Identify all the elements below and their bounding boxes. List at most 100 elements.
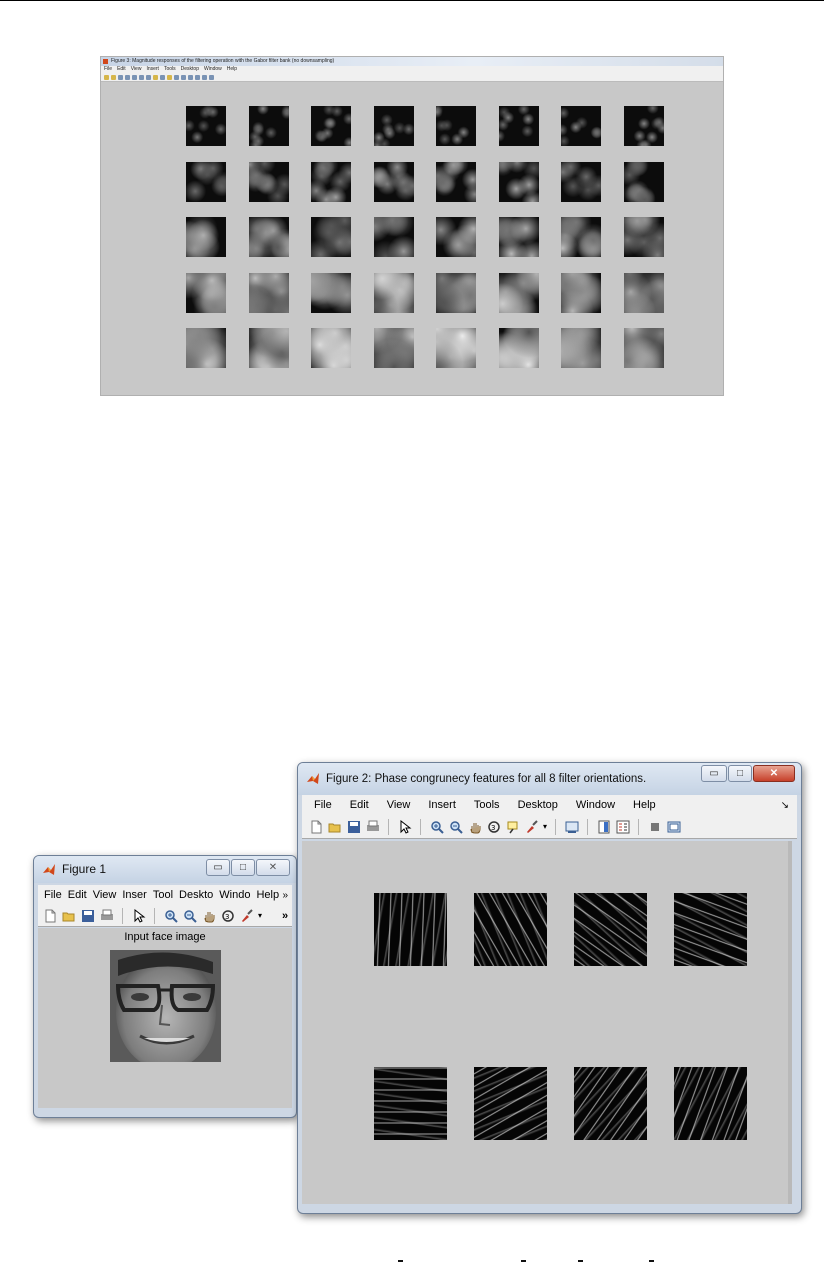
mini-menu-help[interactable]: Help	[227, 66, 237, 73]
figure2-menubar: File Edit View Insert Tools Desktop Wind…	[302, 795, 797, 815]
menu-insert[interactable]: Inser	[122, 889, 146, 901]
gabor-response-tile	[436, 106, 476, 146]
menu-tools[interactable]: Tools	[474, 799, 500, 811]
menu-insert[interactable]: Insert	[428, 799, 456, 811]
menu-view[interactable]: View	[93, 889, 117, 901]
maximize-button[interactable]: □	[728, 765, 752, 782]
toolbar-separator	[555, 818, 557, 835]
mini-menu-insert[interactable]: Insert	[146, 66, 159, 73]
minimize-button[interactable]: ▭	[701, 765, 727, 782]
mini-menu-desktop[interactable]: Desktop	[181, 66, 199, 73]
gabor-response-tile	[498, 272, 539, 313]
gabor-response-tile	[623, 106, 664, 146]
open-file-icon[interactable]	[61, 908, 76, 923]
colorbar-icon[interactable]	[596, 819, 611, 834]
mini-menubar: File Edit View Insert Tools Desktop Wind…	[101, 66, 723, 73]
gabor-response-tile	[436, 217, 476, 257]
mini-menu-file[interactable]: File	[104, 66, 112, 73]
save-icon[interactable]	[80, 908, 95, 923]
gabor-response-tile	[248, 328, 289, 368]
new-figure-icon[interactable]	[42, 908, 57, 923]
legend-icon[interactable]	[615, 819, 630, 834]
data-cursor-icon[interactable]	[505, 819, 520, 834]
brush-icon[interactable]	[239, 908, 254, 923]
figure1-window: Figure 1 ▭ □ ✕ File Edit View Inser Tool…	[33, 855, 297, 1118]
pan-icon[interactable]	[467, 819, 482, 834]
zoom-in-icon[interactable]	[163, 908, 178, 923]
figure2-titlebar[interactable]: Figure 2: Phase congrunecy features for …	[298, 763, 801, 795]
print-icon[interactable]	[125, 74, 130, 80]
save-icon[interactable]	[346, 819, 361, 834]
mini-menu-edit[interactable]: Edit	[117, 66, 126, 73]
link-icon[interactable]	[181, 74, 186, 80]
menu-edit[interactable]: Edit	[350, 799, 369, 811]
mini-menu-tools[interactable]: Tools	[164, 66, 176, 73]
menu-desktop[interactable]: Desktop	[518, 799, 558, 811]
zoom-out-icon[interactable]	[448, 819, 463, 834]
zoom-out-icon[interactable]	[182, 908, 197, 923]
figure1-canvas: Input face image	[38, 928, 292, 1108]
show-plot-tools-icon[interactable]	[666, 819, 681, 834]
print-icon[interactable]	[365, 819, 380, 834]
data-cursor-icon[interactable]	[167, 74, 172, 80]
figure1-titlebar[interactable]: Figure 1 ▭ □ ✕	[34, 856, 296, 883]
close-button[interactable]: ✕	[753, 765, 795, 782]
hide-tools-icon[interactable]	[202, 74, 207, 80]
zoom-in-icon[interactable]	[139, 74, 144, 80]
menu-help[interactable]: Help	[633, 799, 656, 811]
mini-menu-view[interactable]: View	[131, 66, 142, 73]
brush-dropdown-icon[interactable]: ▾	[543, 822, 547, 831]
gabor-response-tile	[623, 161, 664, 202]
pan-icon[interactable]	[153, 74, 158, 80]
dock-icon[interactable]	[209, 74, 214, 80]
gabor-response-tile	[436, 328, 476, 368]
new-figure-icon[interactable]	[308, 819, 323, 834]
open-file-icon[interactable]	[327, 819, 342, 834]
brush-dropdown-icon[interactable]: ▾	[258, 911, 262, 920]
rotate-3d-icon[interactable]: 3	[220, 908, 235, 923]
gabor-response-tile	[498, 161, 539, 202]
gabor-response-tile	[373, 328, 414, 368]
brush-icon[interactable]	[524, 819, 539, 834]
figure2-window-buttons: ▭ □ ✕	[701, 765, 795, 782]
minimize-button[interactable]: ▭	[206, 859, 230, 876]
menu-help[interactable]: Help	[256, 889, 279, 901]
print-icon[interactable]	[99, 908, 114, 923]
pointer-icon[interactable]	[131, 908, 146, 923]
menu-desktop[interactable]: Deskto	[179, 889, 213, 901]
figure2-canvas	[302, 841, 792, 1204]
pointer-icon[interactable]	[132, 74, 137, 80]
new-figure-icon[interactable]	[104, 74, 109, 80]
rotate-icon[interactable]	[160, 74, 165, 80]
gabor-response-tile	[186, 161, 226, 202]
link-plot-icon[interactable]	[564, 819, 579, 834]
gabor-response-tile	[436, 161, 476, 202]
close-button[interactable]: ✕	[256, 859, 290, 876]
brush-icon[interactable]	[174, 74, 179, 80]
rotate-3d-icon[interactable]: 3	[486, 819, 501, 834]
menu-file[interactable]: File	[44, 889, 62, 901]
menu-view[interactable]: View	[387, 799, 411, 811]
menu-edit[interactable]: Edit	[68, 889, 87, 901]
zoom-out-icon[interactable]	[146, 74, 151, 80]
menu-tools[interactable]: Tool	[153, 889, 173, 901]
maximize-button[interactable]: □	[231, 859, 255, 876]
save-icon[interactable]	[118, 74, 123, 80]
menu-window[interactable]: Window	[576, 799, 615, 811]
menu-window[interactable]: Windo	[219, 889, 250, 901]
menu-overflow-icon[interactable]: »	[282, 890, 288, 901]
dock-arrow-icon[interactable]: ↘	[781, 800, 789, 811]
gabor-response-tile	[623, 217, 664, 257]
toolbar-overflow-icon[interactable]: »	[282, 910, 288, 922]
open-file-icon[interactable]	[111, 74, 116, 80]
colorbar-icon[interactable]	[188, 74, 193, 80]
legend-icon[interactable]	[195, 74, 200, 80]
mini-menu-window[interactable]: Window	[204, 66, 222, 73]
gabor-response-tile	[373, 106, 414, 146]
pointer-icon[interactable]	[397, 819, 412, 834]
menu-file[interactable]: File	[314, 799, 332, 811]
gabor-response-tile	[623, 272, 664, 313]
zoom-in-icon[interactable]	[429, 819, 444, 834]
pan-icon[interactable]	[201, 908, 216, 923]
hide-plot-tools-icon[interactable]	[647, 819, 662, 834]
